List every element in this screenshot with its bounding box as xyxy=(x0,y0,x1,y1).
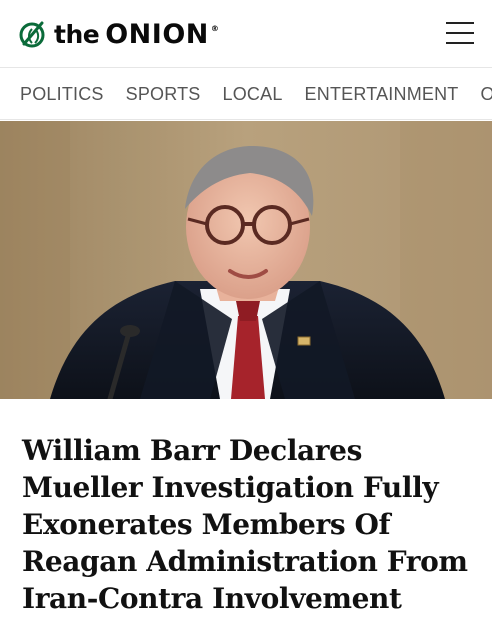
nav-item-politics[interactable]: POLITICS xyxy=(20,84,104,105)
menu-line-top xyxy=(446,22,474,24)
section-nav-list: POLITICS SPORTS LOCAL ENTERTAINMENT OPIN… xyxy=(20,68,492,119)
onion-logo-icon xyxy=(19,21,45,48)
article-headline[interactable]: William Barr Declares Mueller Investigat… xyxy=(22,432,482,617)
menu-line-middle xyxy=(446,32,474,34)
menu-line-bottom xyxy=(446,42,474,44)
hero-photo-illustration xyxy=(0,121,492,399)
article-hero-image[interactable] xyxy=(0,121,492,399)
nav-item-local[interactable]: LOCAL xyxy=(223,84,283,105)
nav-item-opinion[interactable]: OPINION xyxy=(481,84,492,105)
section-nav: POLITICS SPORTS LOCAL ENTERTAINMENT OPIN… xyxy=(0,68,492,120)
site-header: the ONION ® xyxy=(0,0,492,68)
site-logo-wordmark: the ONION ® xyxy=(54,18,219,50)
hamburger-menu-button[interactable] xyxy=(446,20,474,46)
nav-item-entertainment[interactable]: ENTERTAINMENT xyxy=(305,84,459,105)
logo-word-onion: ONION xyxy=(105,18,209,50)
site-logo-link[interactable]: the ONION ® xyxy=(18,16,219,52)
logo-registered-mark: ® xyxy=(210,23,219,33)
nav-item-sports[interactable]: SPORTS xyxy=(126,84,201,105)
logo-word-the: the xyxy=(54,19,100,49)
